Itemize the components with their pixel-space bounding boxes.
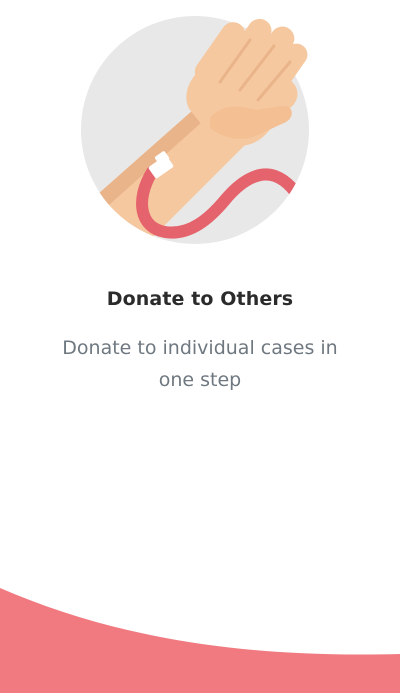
donate-blood-arm-icon (81, 16, 309, 244)
onboarding-screen: Donate to Others Donate to individual ca… (0, 0, 400, 693)
onboarding-subtitle: Donate to individual cases in one step (62, 337, 338, 391)
bottom-wave-decoration (0, 588, 400, 693)
onboarding-title: Donate to Others (106, 288, 294, 310)
